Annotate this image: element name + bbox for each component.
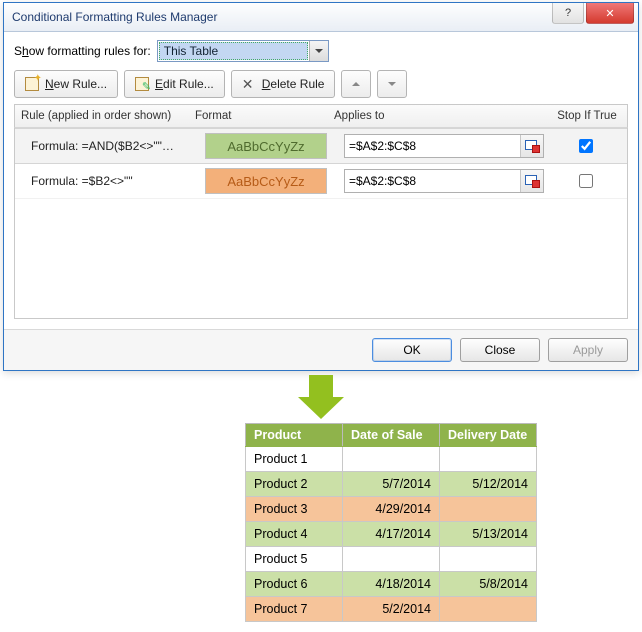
- table-cell: Product 4: [246, 522, 343, 547]
- table-row: Product 64/18/20145/8/2014: [246, 572, 537, 597]
- stop-if-true-checkbox[interactable]: [579, 139, 593, 153]
- stop-if-true-checkbox[interactable]: [579, 174, 593, 188]
- close-button[interactable]: Close: [460, 338, 540, 362]
- range-picker-icon: [525, 175, 539, 187]
- help-button[interactable]: ?: [552, 3, 584, 24]
- dialog-body: Show formatting rules for: This Table Ne…: [4, 32, 638, 329]
- window-buttons: ? ✕: [552, 3, 638, 31]
- new-rule-button[interactable]: New Rule...: [14, 70, 118, 98]
- dialog-title: Conditional Formatting Rules Manager: [12, 10, 552, 24]
- table-cell: 5/13/2014: [440, 522, 537, 547]
- ok-button[interactable]: OK: [372, 338, 452, 362]
- rule-applies-cell: [340, 134, 545, 158]
- rules-list-header: Rule (applied in order shown) Format App…: [14, 104, 628, 128]
- move-rule-down-button[interactable]: [377, 70, 407, 98]
- rule-description: Formula: =$B2<>"": [17, 174, 201, 188]
- range-picker-button[interactable]: [520, 170, 543, 192]
- range-picker-button[interactable]: [520, 135, 543, 157]
- table-cell: Product 6: [246, 572, 343, 597]
- header-format: Format: [191, 110, 330, 122]
- apply-button[interactable]: Apply: [548, 338, 628, 362]
- titlebar: Conditional Formatting Rules Manager ? ✕: [4, 3, 638, 32]
- move-rule-up-button[interactable]: [341, 70, 371, 98]
- range-picker-icon: [525, 140, 539, 152]
- table-cell: Product 3: [246, 497, 343, 522]
- rule-description: Formula: =AND($B2<>""…: [17, 139, 201, 153]
- table-header-row: ProductDate of SaleDelivery Date: [246, 424, 537, 447]
- rule-row[interactable]: Formula: =AND($B2<>""… AaBbCcYyZz: [15, 128, 627, 164]
- header-applies: Applies to: [330, 110, 547, 122]
- spreadsheet-preview: ProductDate of SaleDelivery Date Product…: [140, 423, 642, 622]
- chevron-up-icon: [352, 80, 360, 88]
- rule-format-cell: AaBbCcYyZz: [201, 133, 340, 159]
- table-cell: 4/29/2014: [343, 497, 440, 522]
- table-cell: [343, 547, 440, 572]
- table-cell: [343, 447, 440, 472]
- table-column-header: Date of Sale: [343, 424, 440, 447]
- header-rule: Rule (applied in order shown): [15, 110, 191, 122]
- new-rule-icon: [25, 77, 39, 91]
- scope-combobox-toggle[interactable]: [309, 41, 328, 61]
- table-cell: 5/8/2014: [440, 572, 537, 597]
- edit-rule-icon: [135, 77, 149, 91]
- table-row: Product 34/29/2014: [246, 497, 537, 522]
- table-cell: [440, 597, 537, 622]
- delete-rule-button[interactable]: ✕ Delete Rule: [231, 70, 336, 98]
- applies-to-input-wrap: [344, 169, 544, 193]
- format-preview: AaBbCcYyZz: [205, 133, 327, 159]
- new-rule-label: New Rule...: [45, 77, 107, 91]
- table-cell: [440, 447, 537, 472]
- chevron-down-icon: [315, 47, 323, 55]
- table-row: Product 25/7/20145/12/2014: [246, 472, 537, 497]
- table-cell: 4/17/2014: [343, 522, 440, 547]
- rule-row[interactable]: Formula: =$B2<>"" AaBbCcYyZz: [15, 164, 627, 199]
- edit-rule-label: Edit Rule...: [155, 77, 214, 91]
- table-row: Product 44/17/20145/13/2014: [246, 522, 537, 547]
- edit-rule-button[interactable]: Edit Rule...: [124, 70, 225, 98]
- arrow-down-icon: [298, 375, 344, 421]
- applies-to-input[interactable]: [345, 135, 520, 157]
- table-cell: Product 5: [246, 547, 343, 572]
- table-cell: 5/7/2014: [343, 472, 440, 497]
- table-cell: [440, 497, 537, 522]
- cf-rules-manager-dialog: Conditional Formatting Rules Manager ? ✕…: [3, 2, 639, 371]
- rules-list: Formula: =AND($B2<>""…AaBbCcYyZzFormula:…: [14, 128, 628, 319]
- table-row: Product 75/2/2014: [246, 597, 537, 622]
- result-table: ProductDate of SaleDelivery Date Product…: [245, 423, 537, 622]
- show-rules-for-row: Show formatting rules for: This Table: [14, 40, 628, 62]
- scope-combobox[interactable]: This Table: [157, 40, 329, 62]
- delete-rule-icon: ✕: [242, 77, 256, 91]
- table-column-header: Delivery Date: [440, 424, 537, 447]
- stop-if-true-cell: [545, 171, 625, 191]
- rules-toolbar: New Rule... Edit Rule... ✕ Delete Rule: [14, 70, 628, 98]
- format-preview: AaBbCcYyZz: [205, 168, 327, 194]
- table-cell: 4/18/2014: [343, 572, 440, 597]
- rule-applies-cell: [340, 169, 545, 193]
- header-stop: Stop If True: [547, 110, 627, 122]
- chevron-down-icon: [388, 80, 396, 88]
- table-row: Product 5: [246, 547, 537, 572]
- delete-rule-label: Delete Rule: [262, 77, 325, 91]
- result-arrow: [0, 375, 642, 421]
- dialog-footer: OK Close Apply: [4, 329, 638, 370]
- table-cell: Product 2: [246, 472, 343, 497]
- table-cell: 5/12/2014: [440, 472, 537, 497]
- stop-if-true-cell: [545, 136, 625, 156]
- table-column-header: Product: [246, 424, 343, 447]
- close-window-button[interactable]: ✕: [586, 3, 634, 24]
- table-cell: Product 1: [246, 447, 343, 472]
- table-cell: [440, 547, 537, 572]
- scope-combobox-value: This Table: [159, 42, 308, 60]
- table-cell: Product 7: [246, 597, 343, 622]
- rule-format-cell: AaBbCcYyZz: [201, 168, 340, 194]
- applies-to-input[interactable]: [345, 170, 520, 192]
- show-rules-for-label: Show formatting rules for:: [14, 44, 151, 58]
- applies-to-input-wrap: [344, 134, 544, 158]
- table-row: Product 1: [246, 447, 537, 472]
- table-cell: 5/2/2014: [343, 597, 440, 622]
